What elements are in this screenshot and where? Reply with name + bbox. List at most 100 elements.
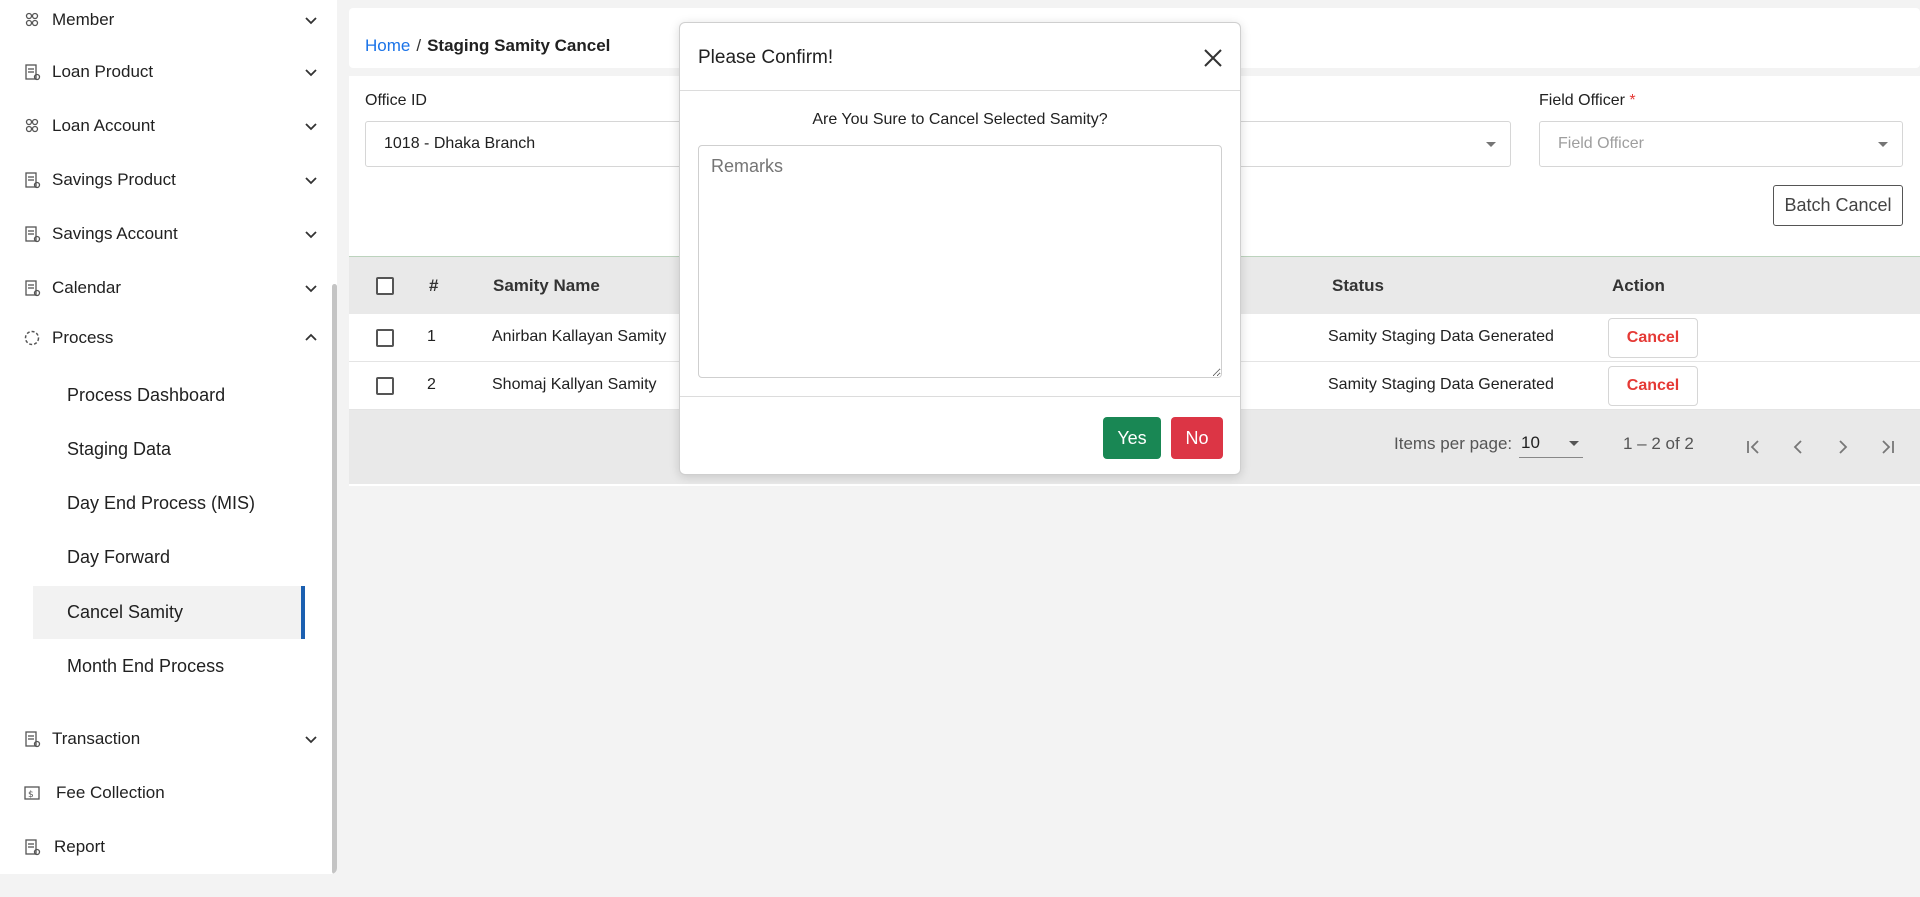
document-icon xyxy=(22,729,42,749)
sidebar-subitem-label: Process Dashboard xyxy=(67,385,226,405)
sidebar-subitem-staging-data[interactable]: Staging Data xyxy=(33,423,305,476)
chevron-left-icon xyxy=(1793,440,1802,454)
sidebar-scrollbar[interactable] xyxy=(332,284,337,874)
office-id-select[interactable]: 1018 - Dhaka Branch xyxy=(365,121,695,167)
sidebar-item-label: Fee Collection xyxy=(56,783,165,802)
sidebar-item-savings-account[interactable]: Savings Account xyxy=(0,214,330,254)
dialog-header: Please Confirm! xyxy=(680,23,1240,91)
chevron-down-icon xyxy=(305,177,317,185)
dropdown-caret-icon xyxy=(1486,142,1496,147)
sidebar-item-label: Member xyxy=(52,10,115,29)
document-icon xyxy=(22,224,42,244)
sidebar-item-label: Transaction xyxy=(52,729,141,748)
document-icon xyxy=(22,278,42,298)
chevron-down-icon xyxy=(305,231,317,239)
chevron-down-icon xyxy=(305,736,317,744)
document-icon xyxy=(22,62,42,82)
users-icon xyxy=(22,116,42,136)
chevron-down-icon xyxy=(305,285,317,293)
breadcrumb-separator: / xyxy=(416,36,422,55)
sidebar-subitem-label: Staging Data xyxy=(67,439,172,459)
sidebar-item-label: Savings Product xyxy=(52,170,176,189)
sidebar-subitem-day-forward[interactable]: Day Forward xyxy=(33,531,305,584)
sidebar-item-label: Loan Product xyxy=(52,62,154,81)
row-samity-name: Anirban Kallayan Samity xyxy=(492,328,667,345)
page-size-select[interactable]: 10 xyxy=(1519,428,1583,458)
page-size-value: 10 xyxy=(1521,433,1540,452)
column-header-status: Status xyxy=(1332,276,1384,295)
field-officer-label-text: Field Officer xyxy=(1539,92,1625,109)
fee-collection-icon: $ xyxy=(22,783,42,803)
sidebar-item-label: Calendar xyxy=(52,278,121,297)
next-page-button[interactable] xyxy=(1828,432,1858,462)
previous-page-button[interactable] xyxy=(1783,432,1813,462)
dropdown-caret-icon xyxy=(1878,142,1888,147)
row-cancel-button[interactable]: Cancel xyxy=(1608,318,1698,358)
last-page-icon xyxy=(1882,440,1894,454)
chevron-up-icon xyxy=(305,333,317,341)
items-per-page-label: Items per page: xyxy=(1394,434,1513,453)
sidebar: Member Loan Product Loan Account Savings… xyxy=(0,0,337,874)
breadcrumb: Home / Staging Samity Cancel xyxy=(365,36,610,56)
column-header-samity-name: Samity Name xyxy=(493,276,600,295)
breadcrumb-home-link[interactable]: Home xyxy=(365,36,410,55)
row-index: 1 xyxy=(427,328,436,345)
column-header-index: # xyxy=(429,276,439,295)
sidebar-subitem-label: Day End Process (MIS) xyxy=(67,493,256,513)
row-status: Samity Staging Data Generated xyxy=(1328,376,1554,393)
svg-text:$: $ xyxy=(28,790,34,800)
chevron-down-icon xyxy=(305,123,317,131)
document-icon xyxy=(22,170,42,190)
field-officer-placeholder: Field Officer xyxy=(1558,135,1644,152)
sidebar-item-loan-product[interactable]: Loan Product xyxy=(0,52,330,92)
row-index: 2 xyxy=(427,376,436,393)
no-button[interactable]: No xyxy=(1171,417,1223,459)
office-id-value: 1018 - Dhaka Branch xyxy=(384,135,536,152)
row-checkbox[interactable] xyxy=(376,377,394,395)
users-icon xyxy=(22,10,42,30)
sidebar-item-report[interactable]: Report xyxy=(0,827,330,867)
dialog-footer: Yes No xyxy=(680,396,1240,476)
dropdown-caret-icon xyxy=(1569,441,1579,446)
sidebar-subitem-day-end-process[interactable]: Day End Process (MIS) xyxy=(33,477,305,530)
sidebar-item-transaction[interactable]: Transaction xyxy=(0,719,330,759)
sidebar-item-label: Report xyxy=(54,837,106,856)
select-all-checkbox[interactable] xyxy=(376,277,394,295)
sidebar-item-label: Process xyxy=(52,328,114,347)
sidebar-subitem-cancel-samity[interactable]: Cancel Samity xyxy=(33,586,305,639)
sidebar-item-process[interactable]: Process xyxy=(0,318,330,358)
sidebar-subitem-label: Day Forward xyxy=(67,547,171,567)
sidebar-item-label: Savings Account xyxy=(52,224,178,243)
sidebar-subitem-month-end-process[interactable]: Month End Process xyxy=(33,640,305,693)
sidebar-item-fee-collection[interactable]: $ Fee Collection xyxy=(0,773,330,813)
chevron-down-icon xyxy=(305,17,317,25)
dialog-question: Are You Sure to Cancel Selected Samity? xyxy=(812,111,1108,128)
column-header-action: Action xyxy=(1612,276,1665,295)
document-icon xyxy=(22,837,42,857)
sidebar-item-member[interactable]: Member xyxy=(0,0,330,40)
first-page-button[interactable] xyxy=(1738,432,1768,462)
last-page-button[interactable] xyxy=(1873,432,1903,462)
dialog-title: Please Confirm! xyxy=(698,47,834,68)
required-marker: * xyxy=(1629,92,1636,109)
page-range-label: 1 – 2 of 2 xyxy=(1623,434,1694,453)
close-icon[interactable] xyxy=(1202,47,1224,69)
field-officer-label: Field Officer * xyxy=(1539,92,1636,110)
sidebar-subitem-process-dashboard[interactable]: Process Dashboard xyxy=(33,369,305,422)
process-icon xyxy=(22,328,42,348)
remarks-textarea[interactable] xyxy=(698,145,1222,378)
sidebar-item-label: Loan Account xyxy=(52,116,156,135)
sidebar-item-loan-account[interactable]: Loan Account xyxy=(0,106,330,146)
row-status: Samity Staging Data Generated xyxy=(1328,328,1554,345)
yes-button[interactable]: Yes xyxy=(1103,417,1161,459)
chevron-right-icon xyxy=(1839,440,1848,454)
field-officer-select[interactable]: Field Officer xyxy=(1539,121,1903,167)
row-checkbox[interactable] xyxy=(376,329,394,347)
row-cancel-button[interactable]: Cancel xyxy=(1608,366,1698,406)
breadcrumb-current: Staging Samity Cancel xyxy=(427,36,611,55)
chevron-down-icon xyxy=(305,69,317,77)
sidebar-item-savings-product[interactable]: Savings Product xyxy=(0,160,330,200)
sidebar-item-calendar[interactable]: Calendar xyxy=(0,268,330,308)
batch-cancel-button[interactable]: Batch Cancel xyxy=(1773,185,1903,226)
first-page-icon xyxy=(1747,440,1759,454)
